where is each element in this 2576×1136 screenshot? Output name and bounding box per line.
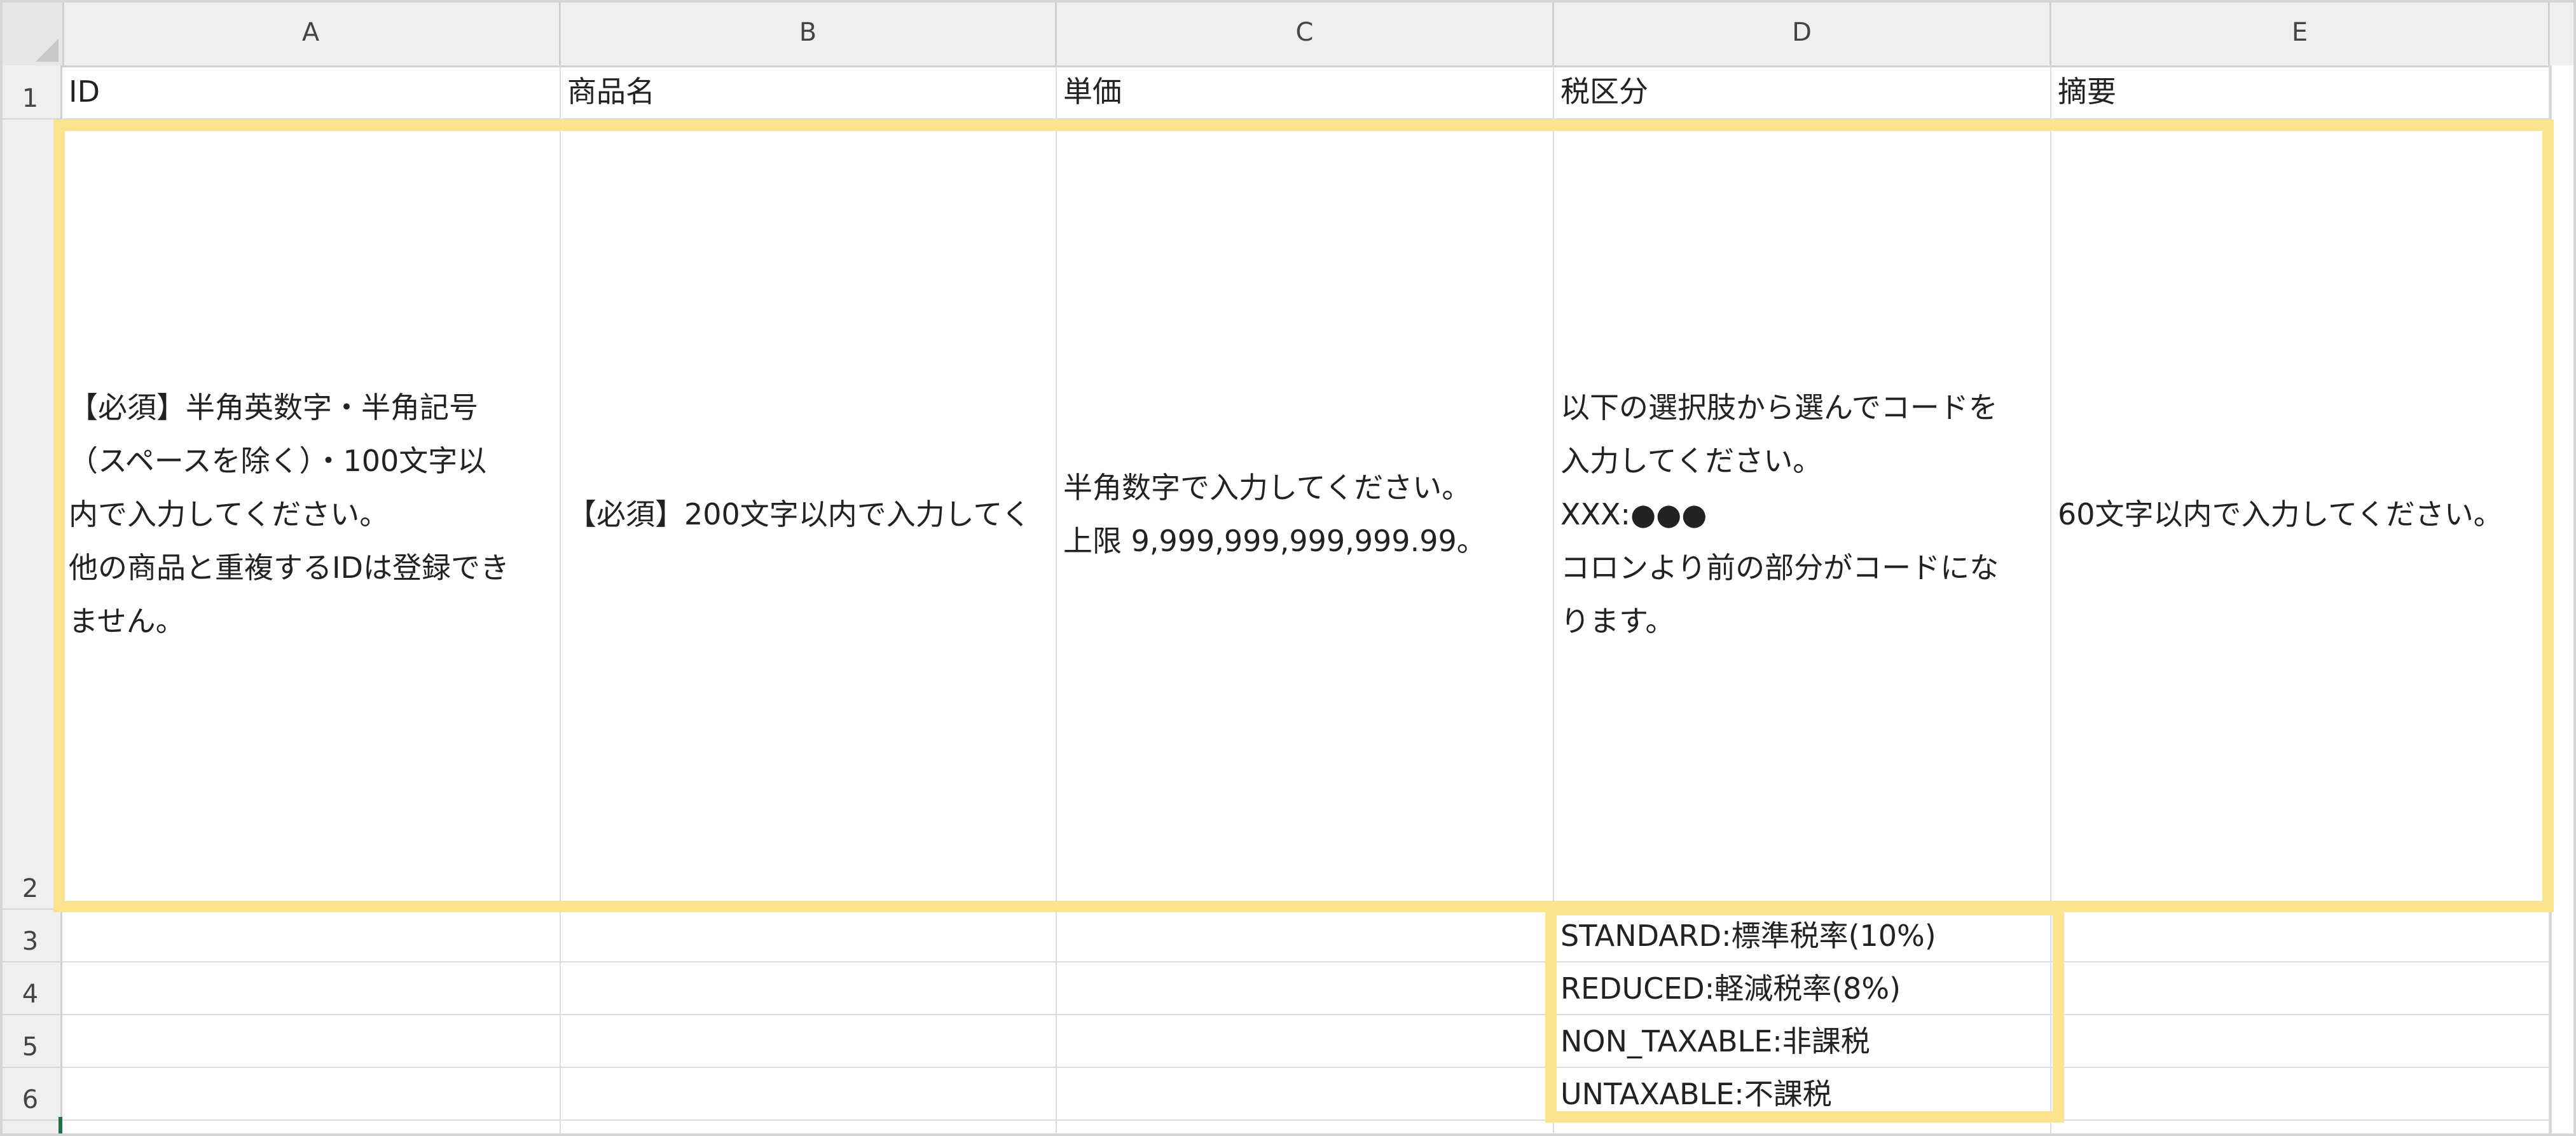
cell-a4[interactable] xyxy=(62,962,561,1015)
row-header-7-partial[interactable] xyxy=(0,1121,62,1136)
cell-d2[interactable]: 以下の選択肢から選んでコードを 入力してください。 XXX:●●● コロンより前… xyxy=(1554,120,2051,910)
cell-c3[interactable] xyxy=(1057,910,1554,962)
column-header-b[interactable]: B xyxy=(561,0,1057,65)
spreadsheet[interactable]: A B C D E 1 2 3 4 5 6 ID 商品名 単価 税区分 摘要 【… xyxy=(0,0,2576,1136)
cell-c1[interactable]: 単価 xyxy=(1057,65,1554,120)
row-header-5[interactable]: 5 xyxy=(0,1015,62,1068)
cell-b2[interactable]: 【必須】200文字以内で入力してく xyxy=(561,120,1057,910)
cell-b7[interactable] xyxy=(561,1121,1057,1136)
row-header-2[interactable]: 2 xyxy=(0,120,62,910)
cell-a2[interactable]: 【必須】半角英数字・半角記号 （スペースを除く）・100文字以 内で入力してくだ… xyxy=(62,120,561,910)
cell-d4[interactable]: REDUCED:軽減税率(8%) xyxy=(1554,962,2051,1015)
cell-e4[interactable] xyxy=(2051,962,2550,1015)
cell-e2[interactable]: 60文字以内で入力してください。 xyxy=(2051,120,2550,910)
cell-d7[interactable] xyxy=(1554,1121,2051,1136)
cell-b5[interactable] xyxy=(561,1015,1057,1068)
cell-c2[interactable]: 半角数字で入力してください。 上限 9,999,999,999,999.99。 xyxy=(1057,120,1554,910)
cell-c6[interactable] xyxy=(1057,1068,1554,1121)
cell-c4[interactable] xyxy=(1057,962,1554,1015)
cell-b4[interactable] xyxy=(561,962,1057,1015)
cell-a1[interactable]: ID xyxy=(62,65,561,120)
cell-d3[interactable]: STANDARD:標準税率(10%) xyxy=(1554,910,2051,962)
row-header-3[interactable]: 3 xyxy=(0,910,62,962)
cell-e7[interactable] xyxy=(2051,1121,2550,1136)
cell-e1[interactable]: 摘要 xyxy=(2051,65,2550,120)
select-all-triangle-icon xyxy=(36,39,59,62)
row-header-4[interactable]: 4 xyxy=(0,962,62,1015)
cell-d1[interactable]: 税区分 xyxy=(1554,65,2051,120)
select-all-corner[interactable] xyxy=(0,0,64,65)
cell-a7[interactable] xyxy=(62,1121,561,1136)
cell-a3[interactable] xyxy=(62,910,561,962)
cell-d5[interactable]: NON_TAXABLE:非課税 xyxy=(1554,1015,2051,1068)
cell-e6[interactable] xyxy=(2051,1068,2550,1121)
cell-c7[interactable] xyxy=(1057,1121,1554,1136)
cell-b3[interactable] xyxy=(561,910,1057,962)
column-header-d[interactable]: D xyxy=(1554,0,2051,65)
cell-e3[interactable] xyxy=(2051,910,2550,962)
cell-a6[interactable] xyxy=(62,1068,561,1121)
active-cell-marker xyxy=(59,1117,62,1136)
cell-a5[interactable] xyxy=(62,1015,561,1068)
cell-d6[interactable]: UNTAXABLE:不課税 xyxy=(1554,1068,2051,1121)
column-header-a[interactable]: A xyxy=(62,0,561,65)
cell-c5[interactable] xyxy=(1057,1015,1554,1068)
column-header-c[interactable]: C xyxy=(1057,0,1554,65)
row-header-1[interactable]: 1 xyxy=(0,65,62,120)
row-header-6[interactable]: 6 xyxy=(0,1068,62,1121)
right-edge-gutter xyxy=(2550,65,2576,1136)
cell-b6[interactable] xyxy=(561,1068,1057,1121)
cell-e5[interactable] xyxy=(2051,1015,2550,1068)
cell-b1[interactable]: 商品名 xyxy=(561,65,1057,120)
column-header-e[interactable]: E xyxy=(2051,0,2550,65)
